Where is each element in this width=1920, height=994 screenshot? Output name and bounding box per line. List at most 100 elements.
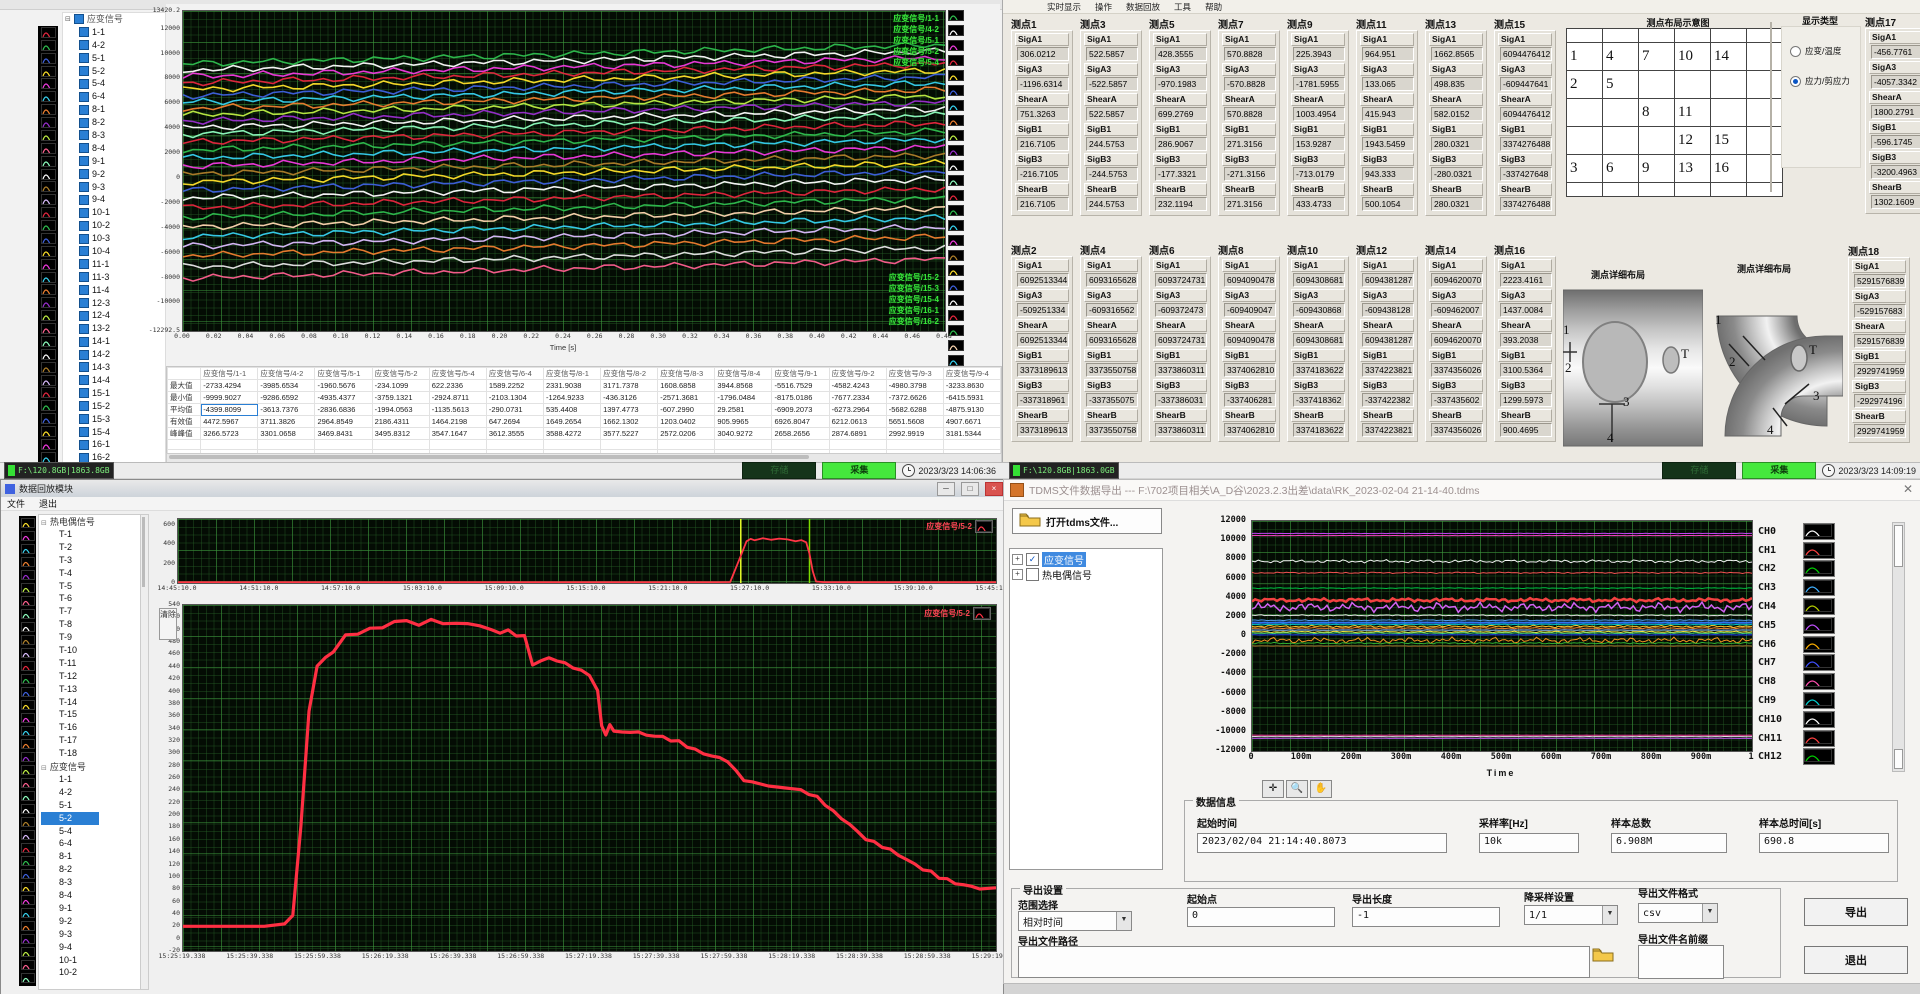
stats-cell[interactable]: 3495.8312 [372, 428, 429, 440]
tree-item-T-13[interactable]: T-13 [41, 683, 141, 696]
stats-cell[interactable]: 3171.7378 [601, 380, 658, 392]
close-icon[interactable]: ✕ [1897, 482, 1919, 498]
range-select-combo[interactable]: 相对时间 ▼ [1018, 911, 1132, 931]
checkbox-icon[interactable] [79, 362, 89, 372]
legend-waveform-icon[interactable] [948, 175, 968, 188]
channel-row-CH0[interactable]: CH0 [1758, 522, 1888, 541]
sidebar-item-15-4[interactable]: 15-4 [65, 426, 165, 439]
menu-item-帮助[interactable]: 帮助 [1205, 1, 1222, 13]
channel-row-CH9[interactable]: CH9 [1758, 691, 1888, 710]
collapse-icon[interactable]: ⊟ [41, 762, 47, 772]
checkbox-icon[interactable] [79, 388, 89, 398]
stats-cell[interactable]: -3613.7376 [258, 404, 315, 416]
stats-cell[interactable]: -3985.6534 [258, 380, 315, 392]
checkbox-icon[interactable] [79, 337, 89, 347]
legend-waveform-icon[interactable] [948, 70, 968, 83]
stats-cell[interactable]: 3181.5344 [943, 428, 1000, 440]
sidebar-item-15-2[interactable]: 15-2 [65, 400, 165, 413]
checkbox-icon[interactable] [79, 285, 89, 295]
menu-item-退出[interactable]: 退出 [39, 497, 57, 510]
legend-waveform-icon[interactable] [948, 145, 968, 158]
checkbox-icon[interactable] [79, 427, 89, 437]
stats-cell[interactable]: 2874.6891 [829, 428, 886, 440]
stats-cell[interactable]: 29.2581 [715, 404, 772, 416]
tree-item-9-2[interactable]: 9-2 [41, 915, 141, 928]
checkbox-icon[interactable] [79, 221, 89, 231]
stats-cell[interactable]: 1203.0402 [658, 416, 715, 428]
stats-cell[interactable]: -436.3126 [601, 392, 658, 404]
sidebar-item-14-2[interactable]: 14-2 [65, 348, 165, 361]
tree-item-8-3[interactable]: 8-3 [41, 876, 141, 889]
downsample-combo[interactable]: 1/1 ▼ [1524, 905, 1618, 925]
checkbox-icon[interactable] [79, 350, 89, 360]
channel-row-CH1[interactable]: CH1 [1758, 541, 1888, 560]
stats-cell[interactable]: 2331.9038 [543, 380, 600, 392]
tree-item-T-10[interactable]: T-10 [41, 644, 141, 657]
stats-cell[interactable]: 1649.2654 [543, 416, 600, 428]
checkbox-icon[interactable] [79, 130, 89, 140]
stats-cell[interactable]: 2186.4311 [372, 416, 429, 428]
stats-cell[interactable]: 3040.9272 [715, 428, 772, 440]
checkbox-icon[interactable] [79, 246, 89, 256]
tl-stats-table[interactable]: 应变信号/1-1应变信号/4-2应变信号/5-1应变信号/5-2应变信号/5-4… [166, 366, 1002, 454]
stats-cell[interactable]: 2658.2656 [772, 428, 829, 440]
tree-item-6-4[interactable]: 6-4 [41, 837, 141, 850]
sidebar-item-14-3[interactable]: 14-3 [65, 361, 165, 374]
start-point-input[interactable]: 0 [1187, 907, 1335, 927]
channel-row-CH11[interactable]: CH11 [1758, 729, 1888, 748]
channel-row-CH12[interactable]: CH12 [1758, 748, 1888, 767]
stats-cell[interactable]: 2572.0206 [658, 428, 715, 440]
chevron-down-icon[interactable]: ▼ [1602, 906, 1617, 924]
tl-legend-icon-column[interactable] [948, 10, 968, 340]
checkbox-icon[interactable] [79, 66, 89, 76]
br-channel-scrollbar[interactable] [1892, 522, 1905, 772]
checkbox-icon[interactable] [79, 259, 89, 269]
radio-icon[interactable] [1790, 76, 1801, 87]
stats-cell[interactable]: 2992.9919 [886, 428, 943, 440]
tree-item-T-15[interactable]: T-15 [41, 708, 141, 721]
stats-cell[interactable]: 6926.8047 [772, 416, 829, 428]
stats-cell[interactable]: -7677.2334 [829, 392, 886, 404]
tree-item-T-8[interactable]: T-8 [41, 618, 141, 631]
legend-waveform-icon[interactable] [948, 40, 968, 53]
tree-item-10-2[interactable]: 10-2 [41, 966, 141, 979]
sidebar-item-15-1[interactable]: 15-1 [65, 387, 165, 400]
br-tree-item-应变信号[interactable]: +✓应变信号 [1012, 552, 1160, 567]
export-length-input[interactable]: -1 [1352, 907, 1500, 927]
stats-cell[interactable]: 3266.5723 [201, 428, 258, 440]
stats-cell[interactable]: -3759.1321 [372, 392, 429, 404]
stats-cell[interactable]: 3547.1647 [429, 428, 486, 440]
bl-tree-vscrollbar[interactable] [140, 514, 149, 990]
tree-item-T-17[interactable]: T-17 [41, 734, 141, 747]
tree-item-T-5[interactable]: T-5 [41, 580, 141, 593]
legend-waveform-icon[interactable] [948, 130, 968, 143]
chevron-down-icon[interactable]: ▼ [1116, 912, 1131, 930]
exit-button[interactable]: 退出 [1804, 946, 1908, 974]
sidebar-item-16-1[interactable]: 16-1 [65, 438, 165, 451]
checkbox-icon[interactable] [79, 182, 89, 192]
export-path-input[interactable] [1018, 946, 1590, 978]
stats-cell[interactable]: 4907.6671 [943, 416, 1000, 428]
stats-cell[interactable]: -9999.9027 [201, 392, 258, 404]
tree-group-thermocouple[interactable]: ⊟热电偶信号 [41, 515, 141, 528]
checkbox-icon[interactable] [79, 53, 89, 63]
tree-item-T-14[interactable]: T-14 [41, 696, 141, 709]
tree-item-5-2[interactable]: 5-2 [41, 812, 99, 825]
stats-cell[interactable]: -5682.6288 [886, 404, 943, 416]
checkbox-icon[interactable] [79, 208, 89, 218]
stats-cell[interactable]: -9286.6592 [258, 392, 315, 404]
tl-collect-button[interactable]: 采集 [822, 462, 896, 479]
channel-row-CH10[interactable]: CH10 [1758, 710, 1888, 729]
legend-waveform-icon[interactable] [948, 160, 968, 173]
tr-collect-button[interactable]: 采集 [1742, 462, 1816, 479]
checkbox-icon[interactable] [79, 40, 89, 50]
stats-cell[interactable]: -4399.8099 [201, 404, 258, 416]
tree-item-T-7[interactable]: T-7 [41, 605, 141, 618]
checkbox-icon[interactable] [74, 14, 84, 24]
stats-cell[interactable]: -3233.8630 [943, 380, 1000, 392]
stats-cell[interactable]: -8175.0186 [772, 392, 829, 404]
open-tdms-file-button[interactable]: 打开tdms文件... [1012, 508, 1162, 534]
tree-group-strain[interactable]: ⊟应变信号 [41, 760, 141, 773]
tree-item-T-9[interactable]: T-9 [41, 631, 141, 644]
stats-cell[interactable]: 1589.2252 [486, 380, 543, 392]
